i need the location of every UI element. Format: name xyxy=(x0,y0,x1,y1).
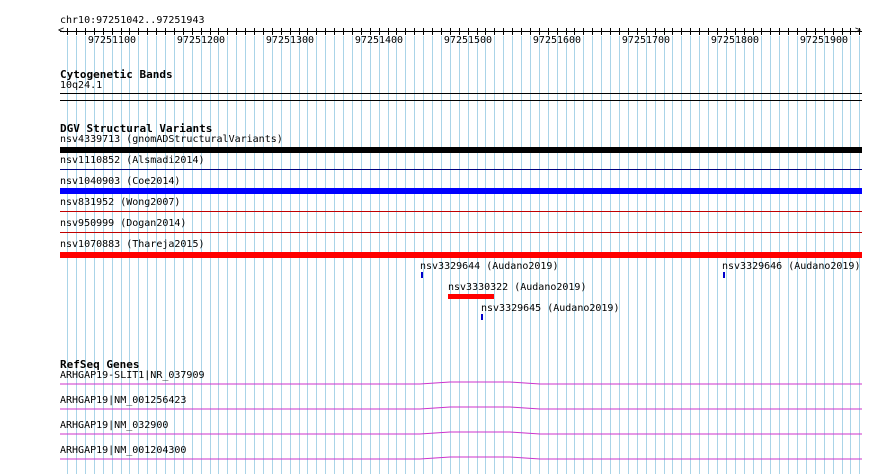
variant-bar[interactable] xyxy=(60,252,862,258)
variant-line[interactable] xyxy=(60,232,862,233)
variant-label[interactable]: nsv950999 (Dogan2014) xyxy=(60,218,186,230)
ruler-tick-label: 97251200 xyxy=(176,35,226,46)
ruler-tick-label: 97251800 xyxy=(710,35,760,46)
variant-bar[interactable] xyxy=(60,147,862,153)
genome-browser-view: chr10:97251042..97251943 < > 97251100 972… xyxy=(0,0,890,474)
variant-label[interactable]: nsv1040903 (Coe2014) xyxy=(60,176,180,188)
ruler-tick-label: 97251500 xyxy=(443,35,493,46)
variant-label[interactable]: nsv3329645 (Audano2019) xyxy=(481,303,619,315)
cytoband-label: 10q24.1 xyxy=(60,80,103,91)
ruler-line[interactable] xyxy=(60,31,862,32)
variant-label[interactable]: nsv4339713 (gnomADStructuralVariants) xyxy=(60,134,283,146)
location-label: chr10:97251042..97251943 xyxy=(60,15,205,26)
gene-label[interactable]: ARHGAP19|NM_001256423 xyxy=(60,395,186,407)
variant-line[interactable] xyxy=(60,169,862,170)
track-separator xyxy=(60,100,862,101)
variant-label[interactable]: nsv3329644 (Audano2019) xyxy=(420,261,558,273)
ruler-right-arrow-icon[interactable]: > xyxy=(855,25,861,37)
variant-label[interactable]: nsv1110852 (Alsmadi2014) xyxy=(60,155,205,167)
ruler-tick-label: 97251900 xyxy=(799,35,849,46)
ruler-tick-label: 97251300 xyxy=(265,35,315,46)
ruler-tick-label: 97251100 xyxy=(87,35,137,46)
cytoband-line[interactable] xyxy=(60,93,862,94)
variant-label[interactable]: nsv3330322 (Audano2019) xyxy=(448,282,586,294)
gene-label[interactable]: ARHGAP19|NM_032900 xyxy=(60,420,168,432)
variant-label[interactable]: nsv1070883 (Thareja2015) xyxy=(60,239,205,251)
ruler-left-arrow-icon[interactable]: < xyxy=(58,25,64,37)
variant-bar[interactable] xyxy=(723,272,725,278)
variant-bar[interactable] xyxy=(448,294,494,299)
variant-bar[interactable] xyxy=(60,188,862,194)
ruler-tick-label: 97251600 xyxy=(532,35,582,46)
variant-label[interactable]: nsv3329646 (Audano2019) xyxy=(722,261,860,273)
variant-label[interactable]: nsv831952 (Wong2007) xyxy=(60,197,180,209)
variant-line[interactable] xyxy=(60,211,862,212)
gene-label[interactable]: ARHGAP19-SLIT1|NR_037909 xyxy=(60,370,205,382)
variant-bar[interactable] xyxy=(481,314,483,320)
variant-bar[interactable] xyxy=(421,272,423,278)
ruler-tick-label: 97251400 xyxy=(354,35,404,46)
ruler-tick-label: 97251700 xyxy=(621,35,671,46)
gene-label[interactable]: ARHGAP19|NM_001204300 xyxy=(60,445,186,457)
